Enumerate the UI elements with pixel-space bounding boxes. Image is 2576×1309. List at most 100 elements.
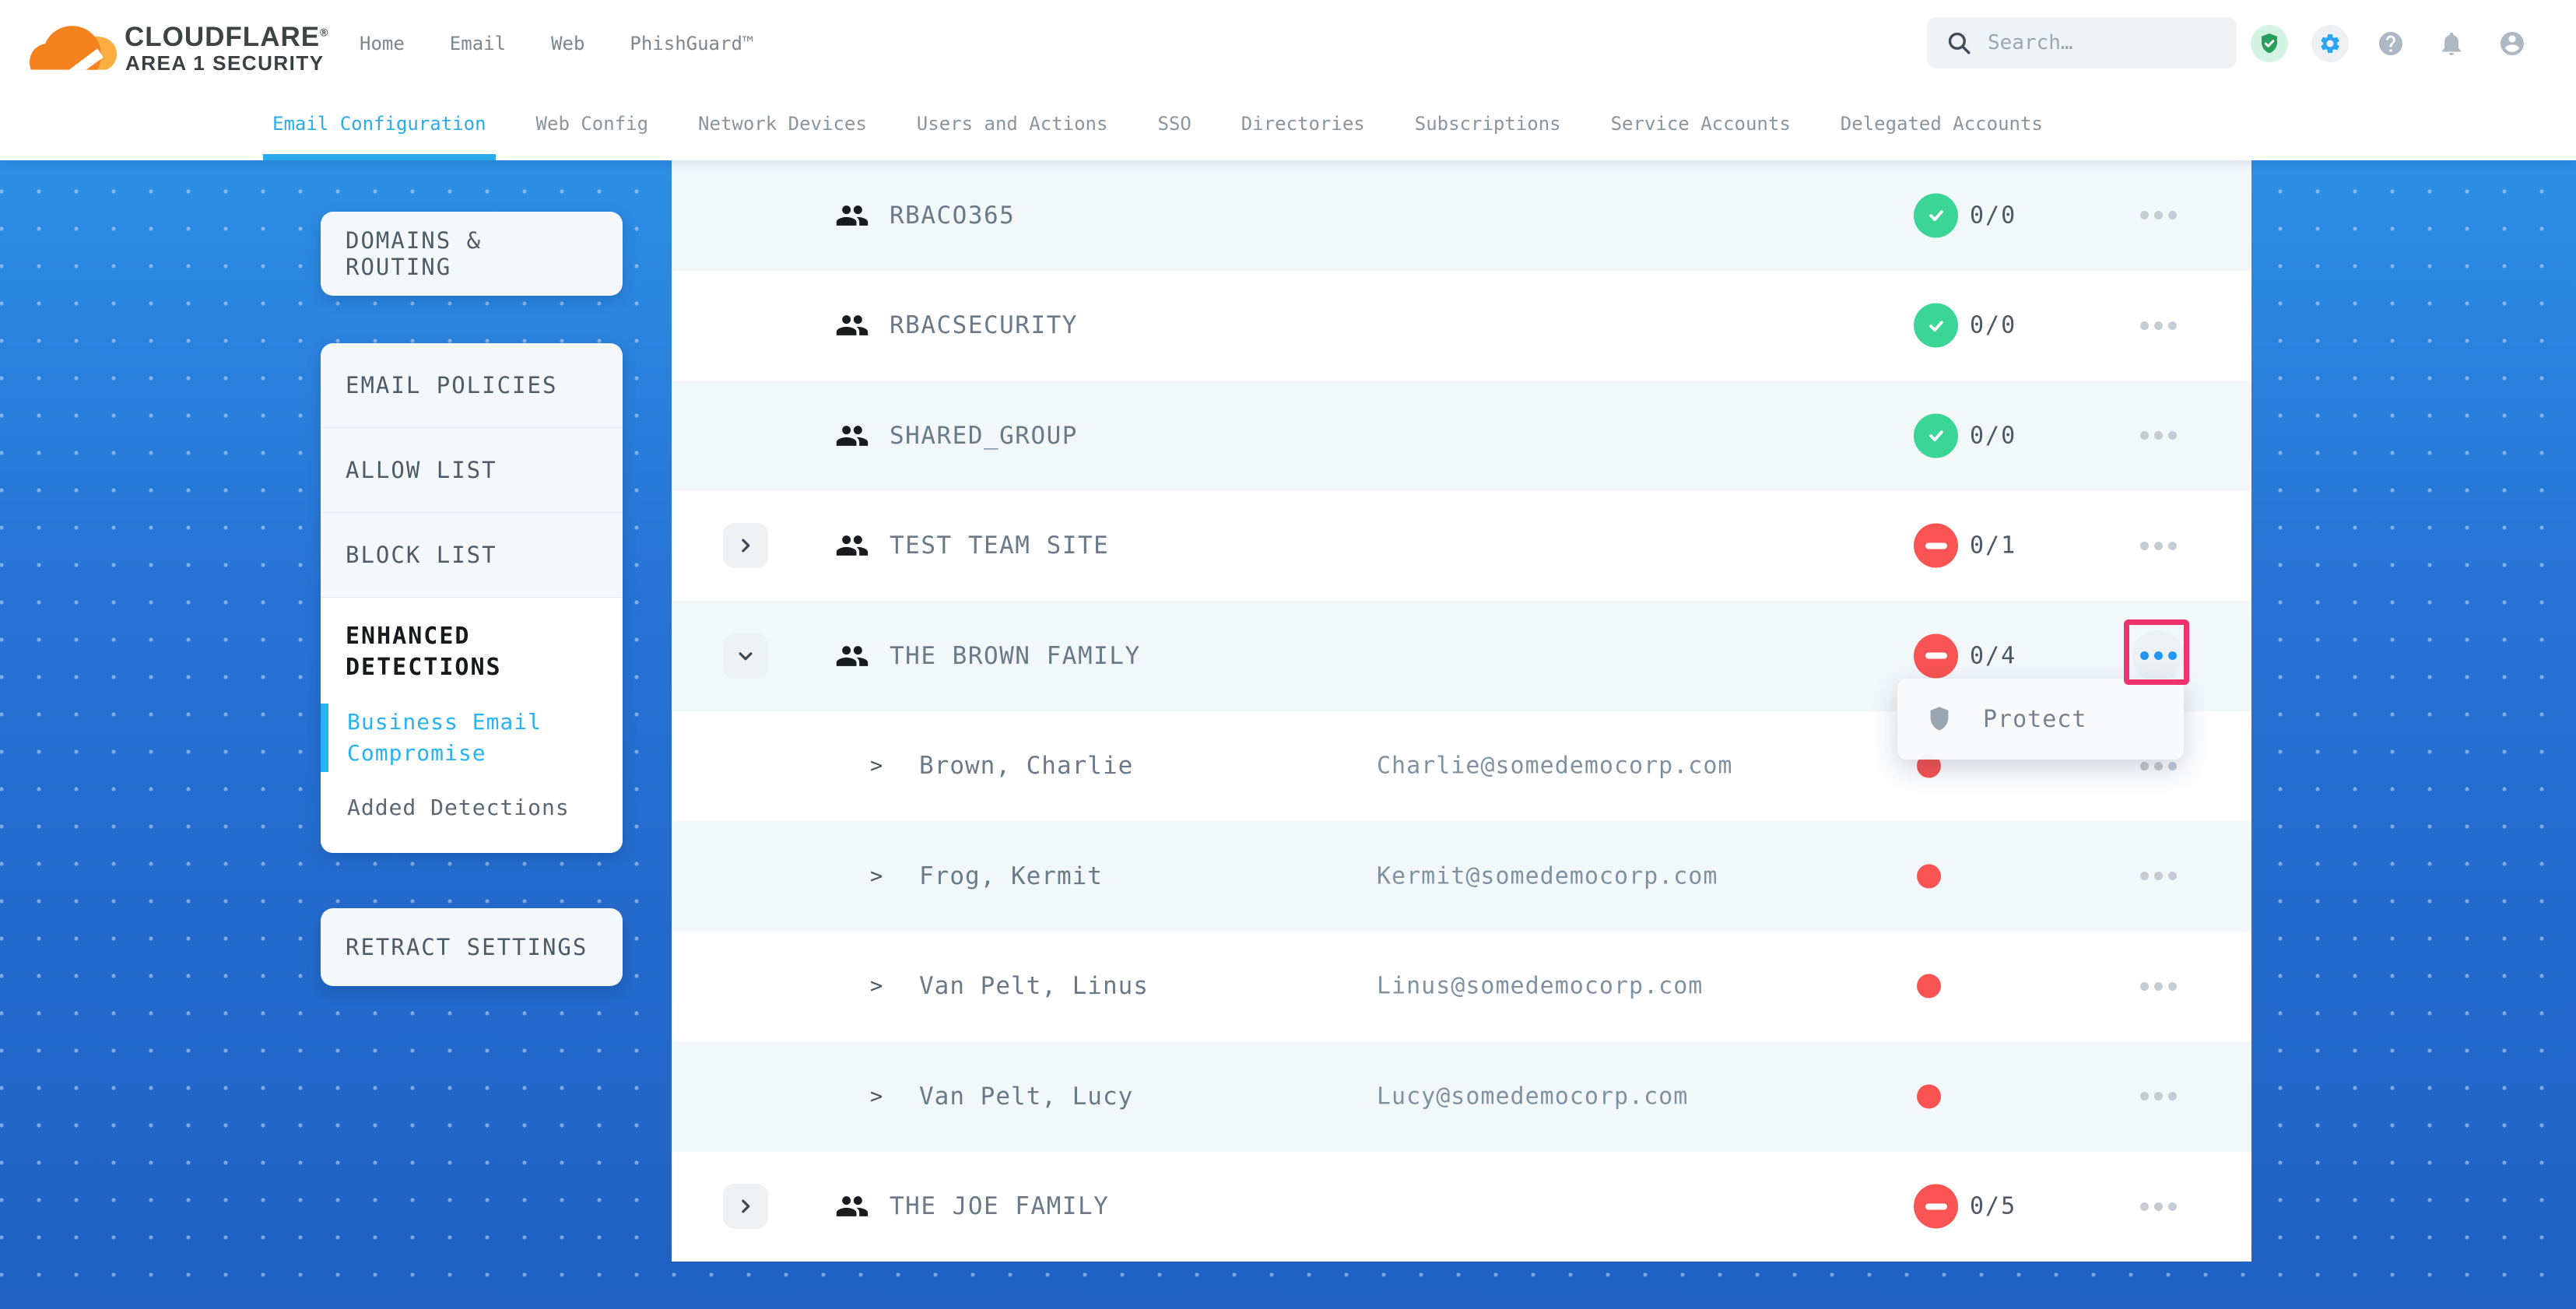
protected-count: 0/0 <box>1970 312 2016 339</box>
table-row-group[interactable]: RBACSECURITY0/0 <box>672 271 2251 381</box>
group-people-icon <box>835 1189 869 1223</box>
ellipsis-dot <box>2154 431 2163 440</box>
tab-network-devices[interactable]: Network Devices <box>698 87 867 160</box>
cloudflare-logo-icon <box>30 6 121 81</box>
row-actions-menu-button[interactable] <box>2132 520 2184 571</box>
group-name: RBACO365 <box>890 202 1015 230</box>
top-nav-item-web[interactable]: Web <box>551 33 584 54</box>
member-email: Lucy@somedemocorp.com <box>1377 1083 1688 1110</box>
top-nav-item-home[interactable]: Home <box>360 33 405 54</box>
group-name: THE JOE FAMILY <box>890 1192 1109 1220</box>
check-icon <box>1925 424 1948 447</box>
status-dot-unprotected <box>1917 1084 1941 1108</box>
account-icon[interactable] <box>2494 25 2531 62</box>
ellipsis-dot <box>2168 651 2177 660</box>
sidebar-subitem-added-detections[interactable]: Added Detections <box>321 792 623 823</box>
row-actions-menu-button[interactable] <box>2132 300 2184 351</box>
ellipsis-dot <box>2168 321 2177 330</box>
registered-mark: ® <box>320 26 328 38</box>
tab-email-configuration[interactable]: Email Configuration <box>272 87 486 160</box>
chevron-right-icon <box>734 1195 757 1218</box>
member-chevron-icon: > <box>870 974 883 998</box>
top-nav-item-email[interactable]: Email <box>450 33 506 54</box>
status-badge-fail <box>1914 633 1958 678</box>
table-row-member[interactable]: >Van Pelt, LucyLucy@somedemocorp.com <box>672 1041 2251 1152</box>
check-icon <box>1925 314 1948 337</box>
top-nav-item-phishguard[interactable]: PhishGuard™ <box>630 33 753 54</box>
row-actions-menu-button[interactable] <box>2132 851 2184 902</box>
context-menu: Protect <box>1897 679 2184 760</box>
sidebar-card-1: DOMAINS & ROUTING <box>321 212 623 296</box>
ellipsis-dot <box>2140 872 2149 880</box>
sidebar-subitem-business-email-compromise[interactable]: Business Email Compromise <box>321 707 623 769</box>
ellipsis-dot <box>2140 321 2149 330</box>
gear-icon[interactable] <box>2311 25 2349 62</box>
sidebar-item-block-list[interactable]: BLOCK LIST <box>321 513 623 597</box>
status-badge-pass <box>1914 193 1958 237</box>
sidebar-card-2: EMAIL POLICIESALLOW LISTBLOCK LISTENHANC… <box>321 343 623 853</box>
ellipsis-dot <box>2154 1092 2163 1100</box>
sidebar-item-enhanced-detections[interactable]: ENHANCED DETECTIONS <box>321 621 623 683</box>
sidebar-item-retract-settings[interactable]: RETRACT SETTINGS <box>321 908 623 986</box>
ellipsis-dot <box>2154 651 2163 660</box>
status-badge-pass <box>1914 413 1958 458</box>
minus-icon <box>1925 653 1947 659</box>
table-row-group[interactable]: TEST TEAM SITE0/1 <box>672 491 2251 602</box>
ellipsis-dot <box>2154 321 2163 330</box>
shield-check-icon[interactable] <box>2251 25 2288 62</box>
status-badge-fail <box>1914 1184 1958 1229</box>
sidebar-item-allow-list[interactable]: ALLOW LIST <box>321 428 623 512</box>
tab-users-and-actions[interactable]: Users and Actions <box>917 87 1108 160</box>
ellipsis-dot <box>2168 982 2177 991</box>
table-row-group[interactable]: RBACO3650/0 <box>672 160 2251 271</box>
ellipsis-dot <box>2154 982 2163 991</box>
row-actions-menu-button[interactable] <box>2132 960 2184 1012</box>
tab-service-accounts[interactable]: Service Accounts <box>1611 87 1791 160</box>
member-name: Van Pelt, Linus <box>919 972 1149 1000</box>
status-badge-fail <box>1914 524 1958 568</box>
check-icon <box>1925 204 1948 227</box>
group-people-icon <box>835 308 869 342</box>
search-box <box>1927 17 2237 68</box>
context-menu-item-protect[interactable]: Protect <box>1983 706 2086 733</box>
subnav-tab-bar: Email Configuration Web Config Network Dev… <box>0 87 2576 160</box>
search-input[interactable] <box>1986 30 2215 55</box>
row-actions-menu-button[interactable] <box>2132 630 2184 682</box>
ellipsis-dot <box>2140 651 2149 660</box>
expand-toggle-button[interactable] <box>723 1184 768 1229</box>
help-icon[interactable] <box>2372 25 2409 62</box>
ellipsis-dot <box>2140 982 2149 991</box>
sidebar-section-enhanced-detections: ENHANCED DETECTIONS Business Email Compro… <box>321 598 623 853</box>
sidebar-card-3: RETRACT SETTINGS <box>321 908 623 986</box>
row-actions-menu-button[interactable] <box>2132 410 2184 461</box>
bell-icon[interactable] <box>2433 25 2470 62</box>
brand-subtitle: AREA 1 SECURITY <box>125 51 325 75</box>
chevron-right-icon <box>734 534 757 557</box>
table-row-member[interactable]: >Van Pelt, LinusLinus@somedemocorp.com <box>672 932 2251 1042</box>
expand-toggle-button[interactable] <box>723 633 768 679</box>
ellipsis-dot <box>2154 1202 2163 1211</box>
protected-count: 0/5 <box>1970 1193 2016 1220</box>
table-row-group[interactable]: THE JOE FAMILY 0/5 <box>672 1152 2251 1262</box>
protected-count: 0/1 <box>1970 532 2016 560</box>
table-row-member[interactable]: >Frog, KermitKermit@somedemocorp.com <box>672 821 2251 932</box>
protected-count: 0/0 <box>1970 422 2016 449</box>
brand-wordmark: CLOUDFLARE® <box>125 22 328 53</box>
ellipsis-dot <box>2140 431 2149 440</box>
tab-directories[interactable]: Directories <box>1241 87 1365 160</box>
page-background: CLOUDFLARE® AREA 1 SECURITY Home Email Web… <box>0 0 2576 1309</box>
tab-web-config[interactable]: Web Config <box>536 87 649 160</box>
row-actions-menu-button[interactable] <box>2132 1181 2184 1232</box>
sidebar-item-domains-routing[interactable]: DOMAINS & ROUTING <box>321 212 623 296</box>
minus-icon <box>1925 1203 1947 1209</box>
group-name: SHARED_GROUP <box>890 422 1078 450</box>
expand-toggle-button[interactable] <box>723 523 768 568</box>
row-actions-menu-button[interactable] <box>2132 1071 2184 1122</box>
tab-subscriptions[interactable]: Subscriptions <box>1415 87 1561 160</box>
ellipsis-dot <box>2154 872 2163 880</box>
tab-delegated-accounts[interactable]: Delegated Accounts <box>1841 87 2043 160</box>
tab-sso[interactable]: SSO <box>1157 87 1191 160</box>
table-row-group[interactable]: SHARED_GROUP 0/0 <box>672 381 2251 491</box>
row-actions-menu-button[interactable] <box>2132 190 2184 241</box>
sidebar-item-email-policies[interactable]: EMAIL POLICIES <box>321 343 623 427</box>
